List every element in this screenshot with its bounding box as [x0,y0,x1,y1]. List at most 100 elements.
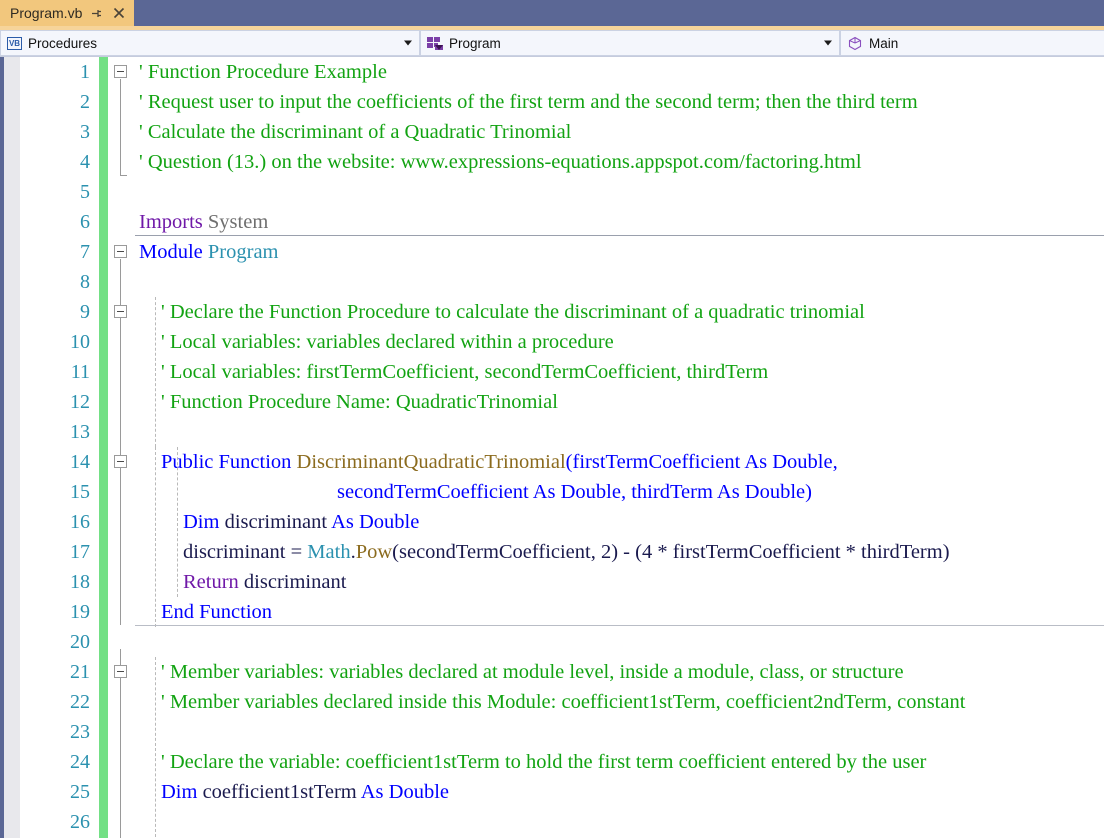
code-token: discriminant [224,511,332,533]
close-icon[interactable] [111,6,126,21]
code-text-area[interactable]: ' Function Procedure Example ' Request us… [135,57,1104,838]
function-end-separator [135,625,1104,626]
code-token: ' Local variables: variables declared wi… [161,331,614,353]
code-token: Math [307,541,351,563]
line-number: 16 [70,511,90,533]
code-line[interactable]: Imports System [135,207,1104,237]
module-icon [427,36,443,50]
code-line[interactable]: ' Function Procedure Name: QuadraticTrin… [135,387,1104,417]
code-token: Return [183,571,244,593]
fold-guide-foot [120,175,127,176]
line-number: 18 [70,571,90,593]
project-scope-dropdown[interactable]: VB Procedures [0,30,420,56]
line-number: 17 [70,541,90,563]
code-line[interactable]: End Function [135,597,1104,627]
code-line[interactable]: ' Member variables declared inside this … [135,687,1104,717]
chevron-down-icon[interactable] [404,40,412,46]
code-token: Dim [161,781,203,803]
indent-guide [155,297,156,447]
code-line[interactable]: discriminant = Math.Pow(secondTermCoeffi… [135,537,1104,567]
code-line[interactable] [135,267,1104,297]
code-line[interactable]: secondTermCoefficient As Double, thirdTe… [135,477,1104,507]
fold-toggle-icon[interactable] [114,65,127,78]
indent-guide [155,657,156,837]
line-number: 6 [80,211,90,233]
code-token: (firstTermCoefficient As Double, [565,451,838,473]
pin-icon[interactable] [89,6,104,21]
method-cube-icon [847,36,863,51]
line-number: 24 [70,751,90,773]
line-number-gutter: 1 2 3 4 5 6 7 8 9 10 11 12 13 14 15 16 17 18 19 20 21 22 23 24 2… [20,57,99,838]
line-number: 26 [70,811,90,833]
code-token: ' Local variables: firstTermCoefficient,… [161,361,769,383]
line-number: 23 [70,721,90,743]
code-token: ' Calculate the discriminant of a Quadra… [139,121,572,143]
code-token: Module [139,241,203,263]
project-scope-dropdown-value: Procedures [28,35,98,51]
vb-file-icon: VB [7,36,22,50]
line-number: 14 [70,451,90,473]
line-number: 21 [70,661,90,683]
line-number: 7 [80,241,90,263]
code-token: ' Declare the variable: coefficient1stTe… [161,751,927,773]
line-number: 8 [80,271,90,293]
code-line[interactable]: Return discriminant [135,567,1104,597]
document-tab-program-vb[interactable]: Program.vb [0,0,135,26]
code-line[interactable]: ' Request user to input the coefficients… [135,87,1104,117]
code-line[interactable] [135,177,1104,207]
line-number: 1 [80,61,90,83]
line-number: 22 [70,691,90,713]
code-line[interactable] [135,807,1104,837]
code-line[interactable] [135,627,1104,657]
code-line[interactable]: ' Calculate the discriminant of a Quadra… [135,117,1104,147]
code-line[interactable]: Module Program [135,237,1104,267]
code-line[interactable]: ' Local variables: variables declared wi… [135,327,1104,357]
code-token: DiscriminantQuadraticTrinomial [296,451,566,473]
code-line[interactable]: Public Function DiscriminantQuadraticTri… [135,447,1104,477]
chevron-down-icon[interactable] [824,40,832,46]
navigation-bar: VB Procedures Program Main [0,30,1104,57]
code-token: Imports [139,211,203,233]
code-line[interactable]: ' Member variables: variables declared a… [135,657,1104,687]
code-token: System [202,211,269,233]
code-folding-margin[interactable] [108,57,135,838]
code-token: secondTermCoefficient As Double, thirdTe… [337,481,812,503]
fold-guide-line [120,79,121,175]
code-line[interactable]: Dim discriminant As Double [135,507,1104,537]
line-number: 4 [80,151,90,173]
type-scope-dropdown-value: Program [449,35,501,51]
code-token: Pow [355,541,393,563]
code-token: ' Declare the Function Procedure to calc… [161,301,865,323]
code-editor[interactable]: 1 2 3 4 5 6 7 8 9 10 11 12 13 14 15 16 17 18 19 20 21 22 23 24 2… [0,57,1104,838]
code-line[interactable] [135,417,1104,447]
code-line[interactable]: ' Function Procedure Example [135,57,1104,87]
code-token: ' Request user to input the coefficients… [139,91,918,113]
line-number: 11 [70,361,90,383]
change-tracking-bar [99,57,108,838]
code-token: (secondTermCoefficient, 2) - (4 * firstT… [392,541,950,563]
code-line[interactable] [135,717,1104,747]
fold-toggle-icon[interactable] [114,245,127,258]
code-token: ' Member variables: variables declared a… [161,661,904,683]
line-number: 5 [80,181,90,203]
fold-toggle-icon[interactable] [114,305,127,318]
line-number: 25 [70,781,90,803]
line-number: 20 [70,631,90,653]
imports-separator [135,235,1104,236]
code-line[interactable]: ' Local variables: firstTermCoefficient,… [135,357,1104,387]
code-token: Public Function [161,451,297,473]
code-line[interactable]: ' Declare the variable: coefficient1stTe… [135,747,1104,777]
member-scope-dropdown[interactable]: Main [840,30,1104,56]
member-scope-dropdown-value: Main [869,35,899,51]
fold-toggle-icon[interactable] [114,665,127,678]
code-token: As Double [331,511,420,533]
code-line[interactable]: ' Question (13.) on the website: www.exp… [135,147,1104,177]
code-line[interactable]: ' Declare the Function Procedure to calc… [135,297,1104,327]
code-token: End Function [161,601,273,623]
indent-guide [177,447,178,597]
type-scope-dropdown[interactable]: Program [420,30,840,56]
fold-toggle-icon[interactable] [114,455,127,468]
code-line[interactable]: Dim coefficient1stTerm As Double [135,777,1104,807]
code-token: As Double [360,781,449,803]
code-token: ' Function Procedure Name: QuadraticTrin… [161,391,558,413]
